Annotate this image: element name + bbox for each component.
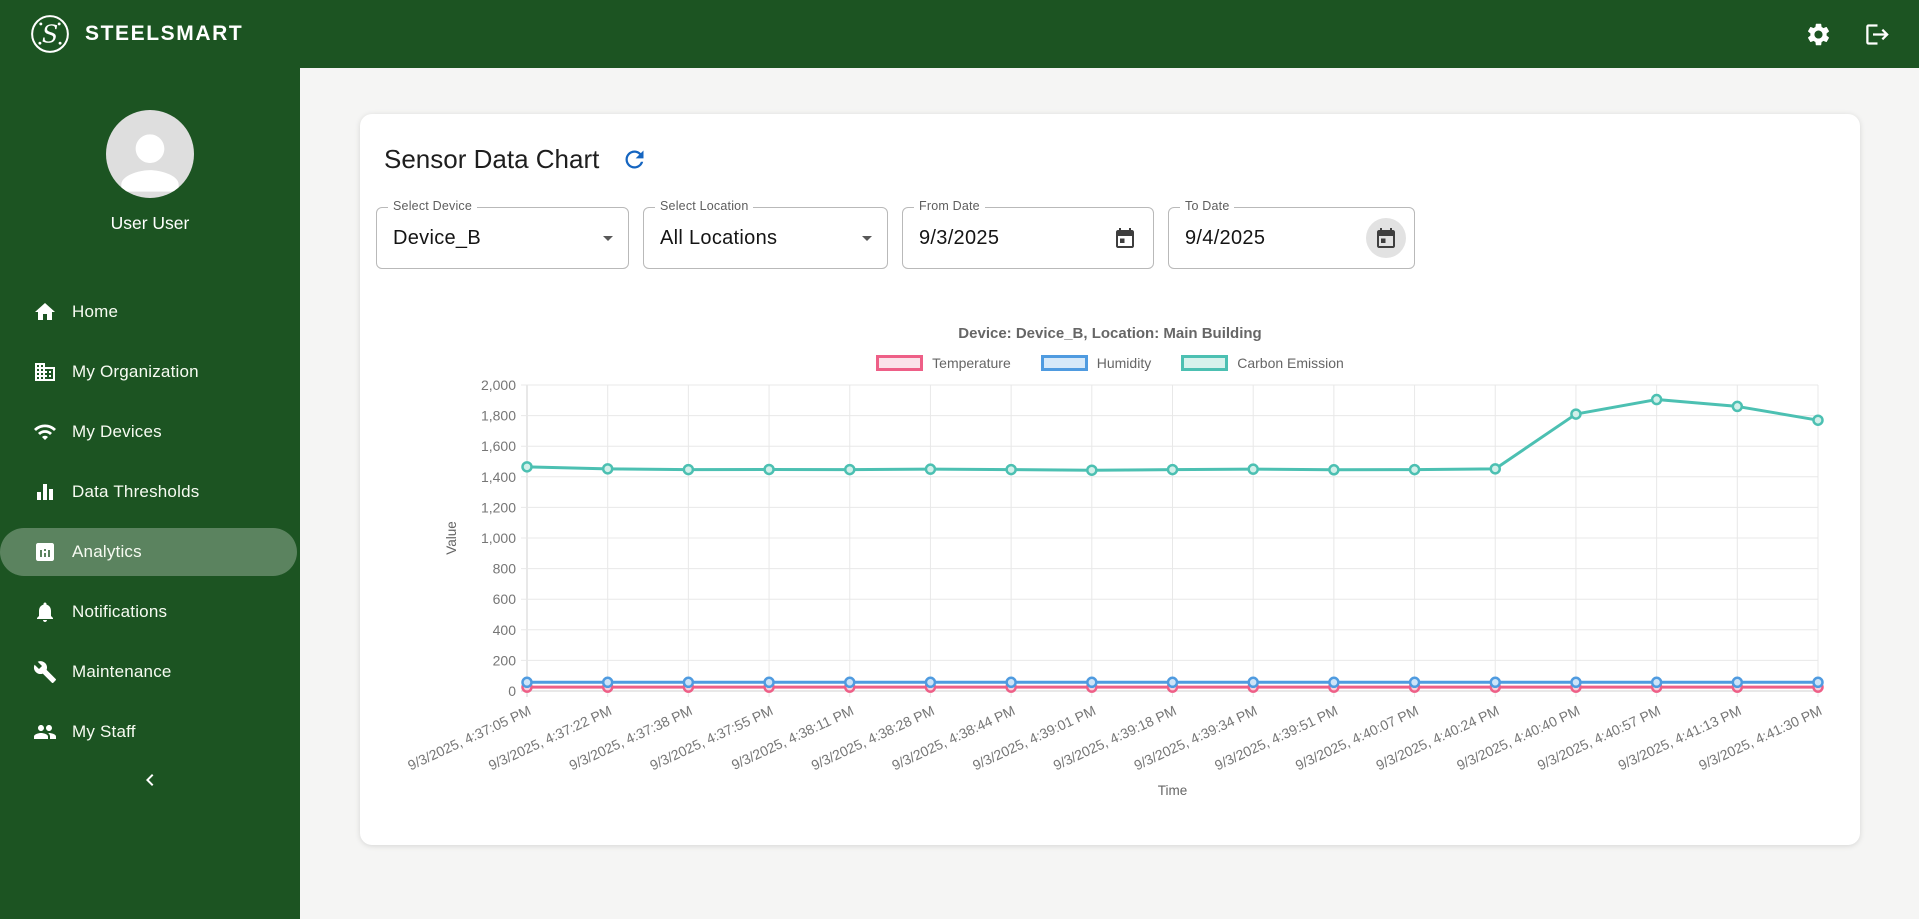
legend-item-temperature[interactable]: Temperature (876, 355, 1011, 371)
bell-icon (37, 602, 53, 622)
legend-swatch (1040, 355, 1088, 371)
main-content: Sensor Data Chart Select Device Device_B… (300, 68, 1919, 919)
legend-label: Humidity (1096, 355, 1152, 371)
sidebar-item-maintenance[interactable]: Maintenance (0, 648, 297, 696)
calendar-icon (1377, 228, 1395, 248)
svg-text:1,400: 1,400 (481, 469, 516, 485)
legend-label: Temperature (932, 355, 1011, 371)
sidebar-item-home[interactable]: Home (0, 288, 297, 336)
legend-swatch (1181, 355, 1229, 371)
sensor-data-card: Sensor Data Chart Select Device Device_B… (360, 114, 1860, 845)
user-name: User User (110, 213, 190, 233)
sensor-chart: 0 200 400 600 800 1,000 1,200 1,400 1,600 1,800 2,… (405, 377, 1824, 798)
location-select[interactable]: Select Location All Locations (643, 199, 888, 269)
svg-text:400: 400 (493, 622, 517, 638)
device-select-value: Device_B (393, 226, 481, 249)
legend-label: Carbon Emission (1237, 355, 1344, 371)
refresh-button[interactable] (621, 146, 648, 173)
svg-text:0: 0 (508, 683, 516, 699)
person-icon (121, 134, 179, 192)
from-date-field[interactable]: From Date 9/3/2025 (902, 199, 1154, 269)
chevron-down-icon (862, 236, 872, 241)
legend-swatch (876, 355, 924, 371)
svg-text:800: 800 (493, 561, 517, 577)
from-date-value: 9/3/2025 (919, 226, 1000, 249)
logout-button[interactable] (1864, 21, 1891, 48)
topbar: S STEELSMART (0, 0, 1919, 68)
sidebar-item-label: Notifications (72, 602, 168, 621)
sidebar-item-label: My Staff (72, 722, 136, 741)
sidebar-item-label: My Organization (72, 362, 199, 381)
svg-text:200: 200 (493, 652, 517, 668)
from-date-calendar-button[interactable] (1105, 218, 1145, 258)
sidebar-item-analytics[interactable]: Analytics (0, 528, 297, 576)
to-date-field[interactable]: To Date 9/4/2025 (1168, 199, 1415, 269)
legend-item-humidity[interactable]: Humidity (1040, 355, 1152, 371)
brand-logo: S STEELSMART (28, 12, 243, 56)
location-select-label: Select Location (655, 199, 754, 213)
svg-text:1,600: 1,600 (481, 438, 516, 454)
svg-text:600: 600 (493, 591, 517, 607)
svg-text:2,000: 2,000 (481, 377, 516, 393)
location-select-value: All Locations (660, 226, 778, 249)
sidebar-item-label: Data Thresholds (72, 482, 200, 501)
organization-icon (35, 363, 55, 381)
wifi-icon (34, 424, 56, 440)
sidebar-item-notifications[interactable]: Notifications (0, 588, 297, 636)
device-select-label: Select Device (388, 199, 478, 213)
svg-text:S: S (42, 20, 58, 48)
svg-text:Time: Time (1158, 783, 1188, 798)
sidebar-item-label: My Devices (72, 422, 162, 441)
sidebar-item-my-organization[interactable]: My Organization (0, 348, 297, 396)
svg-text:1,200: 1,200 (481, 499, 516, 515)
chevron-down-icon (603, 236, 613, 241)
page-title: Sensor Data Chart (384, 144, 600, 174)
to-date-value: 9/4/2025 (1185, 226, 1266, 249)
svg-text:Value: Value (444, 521, 459, 555)
people-icon (34, 725, 56, 739)
from-date-label: From Date (914, 199, 985, 213)
avatar (106, 110, 194, 198)
logout-icon (1866, 23, 1889, 45)
device-select[interactable]: Select Device Device_B (376, 199, 629, 269)
settings-button[interactable] (1805, 21, 1832, 48)
svg-text:1,000: 1,000 (481, 530, 516, 546)
analytics-icon (36, 543, 54, 561)
calendar-icon (1116, 228, 1134, 248)
to-date-label: To Date (1180, 199, 1235, 213)
sidebar-collapse-button[interactable] (0, 768, 300, 792)
bar-chart-icon (37, 484, 53, 500)
to-date-calendar-button[interactable] (1366, 218, 1406, 258)
home-icon (35, 303, 55, 320)
legend-item-carbon-emission[interactable]: Carbon Emission (1181, 355, 1344, 371)
svg-text:1,800: 1,800 (481, 408, 516, 424)
chevron-left-icon (146, 774, 154, 786)
filter-bar: Select Device Device_B Select Location A… (376, 199, 1836, 269)
gear-icon (1807, 23, 1830, 45)
sidebar-item-label: Analytics (72, 542, 142, 561)
wrench-icon (33, 661, 56, 683)
brand-name: STEELSMART (85, 22, 244, 45)
sidebar-item-my-devices[interactable]: My Devices (0, 408, 297, 456)
chart-legend: Temperature Humidity Carbon Emission (384, 355, 1836, 371)
sidebar-item-label: Maintenance (72, 662, 172, 681)
steelsmart-logo-icon: S (31, 15, 69, 53)
refresh-icon (625, 150, 644, 169)
sidebar: User User Home My Organization My Devices D… (0, 68, 300, 919)
sidebar-menu: Home My Organization My Devices Data Thresh… (0, 288, 300, 756)
sidebar-item-my-staff[interactable]: My Staff (0, 708, 297, 756)
chart-title: Device: Device_B, Location: Main Buildin… (958, 325, 1262, 342)
sidebar-item-data-thresholds[interactable]: Data Thresholds (0, 468, 297, 516)
sidebar-item-label: Home (72, 302, 119, 321)
